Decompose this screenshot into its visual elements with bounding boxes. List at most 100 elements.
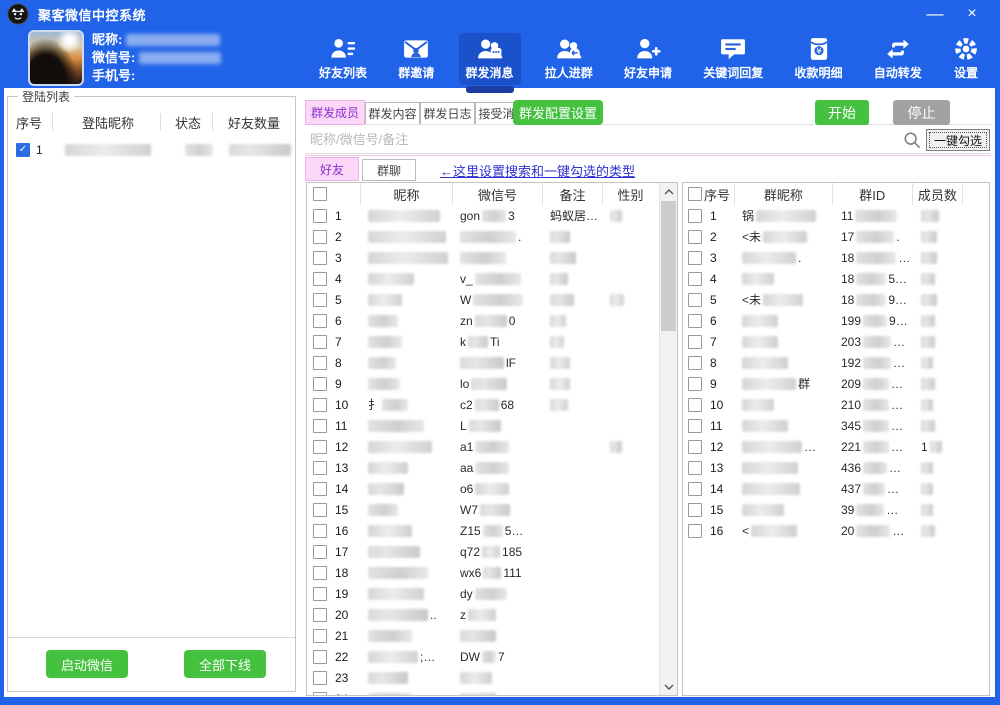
login-row-checkbox[interactable]: ✓ [16, 143, 30, 157]
row-checkbox[interactable] [313, 482, 327, 496]
nav-item-group-invite[interactable]: 群邀请 [391, 33, 441, 85]
friends-select-all-checkbox[interactable] [313, 187, 327, 201]
row-checkbox[interactable] [313, 398, 327, 412]
row-checkbox[interactable] [313, 692, 327, 696]
groups-select-all-checkbox[interactable] [688, 187, 702, 201]
friend-row[interactable]: 13aa [307, 457, 660, 478]
row-checkbox[interactable] [313, 377, 327, 391]
row-checkbox[interactable] [313, 335, 327, 349]
nav-item-auto-forward[interactable]: 自动转发 [867, 33, 929, 85]
friend-row[interactable]: 12a1 [307, 436, 660, 457]
start-wechat-button[interactable]: 启动微信 [46, 650, 128, 678]
row-checkbox[interactable] [688, 419, 702, 433]
row-checkbox[interactable] [313, 314, 327, 328]
group-row[interactable]: 11345… [683, 415, 989, 436]
nav-item-settings[interactable]: 设置 [946, 33, 986, 85]
nav-item-friend-request[interactable]: 好友申请 [617, 33, 679, 85]
row-checkbox[interactable] [688, 293, 702, 307]
subtab-群聊[interactable]: 群聊 [362, 159, 416, 181]
friend-row[interactable]: 22;…DW7 [307, 646, 660, 667]
row-checkbox[interactable] [688, 272, 702, 286]
search-input[interactable] [306, 128, 895, 151]
friend-row[interactable]: 2. [307, 226, 660, 247]
row-checkbox[interactable] [313, 566, 327, 580]
friend-row[interactable]: 24 [307, 688, 660, 695]
row-checkbox[interactable] [313, 503, 327, 517]
nav-item-pull-into-group[interactable]: 拉人进群 [538, 33, 600, 85]
group-row[interactable]: 2<未17. [683, 226, 989, 247]
nav-item-payment-detail[interactable]: ¥收款明细 [788, 33, 850, 85]
row-checkbox[interactable] [313, 272, 327, 286]
friend-row[interactable]: 16Z155… [307, 520, 660, 541]
group-row[interactable]: 8192… [683, 352, 989, 373]
row-checkbox[interactable] [313, 419, 327, 433]
group-row[interactable]: 12…221…1 [683, 436, 989, 457]
mass-send-config-button[interactable]: 群发配置设置 [513, 100, 603, 125]
friend-row[interactable]: 15W7 [307, 499, 660, 520]
scroll-up-icon[interactable] [660, 183, 677, 200]
row-checkbox[interactable] [688, 398, 702, 412]
row-checkbox[interactable] [313, 356, 327, 370]
friend-row[interactable]: 1gon3蚂蚁居… [307, 205, 660, 226]
group-row[interactable]: 1539… [683, 499, 989, 520]
row-checkbox[interactable] [688, 461, 702, 475]
row-checkbox[interactable] [688, 503, 702, 517]
friend-row[interactable]: 19dy [307, 583, 660, 604]
friend-row[interactable]: 20..z [307, 604, 660, 625]
row-checkbox[interactable] [313, 587, 327, 601]
subtab-hint-link[interactable]: ←这里设置搜索和一键勾选的类型 [440, 161, 635, 180]
row-checkbox[interactable] [313, 545, 327, 559]
friend-row[interactable]: 3 [307, 247, 660, 268]
row-checkbox[interactable] [688, 209, 702, 223]
row-checkbox[interactable] [688, 356, 702, 370]
check-all-button[interactable]: 一键勾选 [926, 129, 990, 151]
minimize-button[interactable]: — [915, 0, 955, 28]
friend-row[interactable]: 18wx6111 [307, 562, 660, 583]
stop-button[interactable]: 停止 [893, 100, 950, 125]
nav-item-keyword-reply[interactable]: 关键词回复 [696, 33, 770, 85]
friend-row[interactable]: 7kTi [307, 331, 660, 352]
start-button[interactable]: 开始 [815, 100, 869, 125]
friend-row[interactable]: 21 [307, 625, 660, 646]
group-row[interactable]: 9群209… [683, 373, 989, 394]
friend-row[interactable]: 6zn0 [307, 310, 660, 331]
row-checkbox[interactable] [688, 314, 702, 328]
group-row[interactable]: 4185… [683, 268, 989, 289]
row-checkbox[interactable] [313, 671, 327, 685]
friend-row[interactable]: 14o6 [307, 478, 660, 499]
row-checkbox[interactable] [313, 524, 327, 538]
row-checkbox[interactable] [688, 524, 702, 538]
group-row[interactable]: 14437… [683, 478, 989, 499]
row-checkbox[interactable] [688, 335, 702, 349]
friend-row[interactable]: 9lo [307, 373, 660, 394]
nav-item-friend-list[interactable]: 好友列表 [312, 33, 374, 85]
friend-row[interactable]: 10扌c268 [307, 394, 660, 415]
group-row[interactable]: 1锅11 [683, 205, 989, 226]
group-row[interactable]: 7203… [683, 331, 989, 352]
row-checkbox[interactable] [313, 251, 327, 265]
close-button[interactable]: × [952, 0, 992, 28]
row-checkbox[interactable] [313, 629, 327, 643]
row-checkbox[interactable] [688, 440, 702, 454]
row-checkbox[interactable] [688, 251, 702, 265]
row-checkbox[interactable] [313, 608, 327, 622]
friend-row[interactable]: 4v_ [307, 268, 660, 289]
friend-row[interactable]: 23 [307, 667, 660, 688]
group-row[interactable]: 10210… [683, 394, 989, 415]
tab-群发成员[interactable]: 群发成员 [305, 100, 365, 125]
search-icon[interactable] [903, 131, 921, 149]
row-checkbox[interactable] [313, 230, 327, 244]
row-checkbox[interactable] [688, 230, 702, 244]
friend-row[interactable]: 5W [307, 289, 660, 310]
row-checkbox[interactable] [313, 461, 327, 475]
friend-row[interactable]: 17q72185 [307, 541, 660, 562]
scrollbar-thumb[interactable] [661, 201, 676, 331]
row-checkbox[interactable] [688, 482, 702, 496]
group-row[interactable]: 16<20… [683, 520, 989, 541]
tab-群发内容[interactable]: 群发内容 [365, 102, 420, 125]
friend-row[interactable]: 8lF [307, 352, 660, 373]
group-row[interactable]: 61999… [683, 310, 989, 331]
login-row[interactable]: ✓1 [8, 139, 295, 161]
row-checkbox[interactable] [313, 650, 327, 664]
tab-群发日志[interactable]: 群发日志 [420, 102, 475, 125]
